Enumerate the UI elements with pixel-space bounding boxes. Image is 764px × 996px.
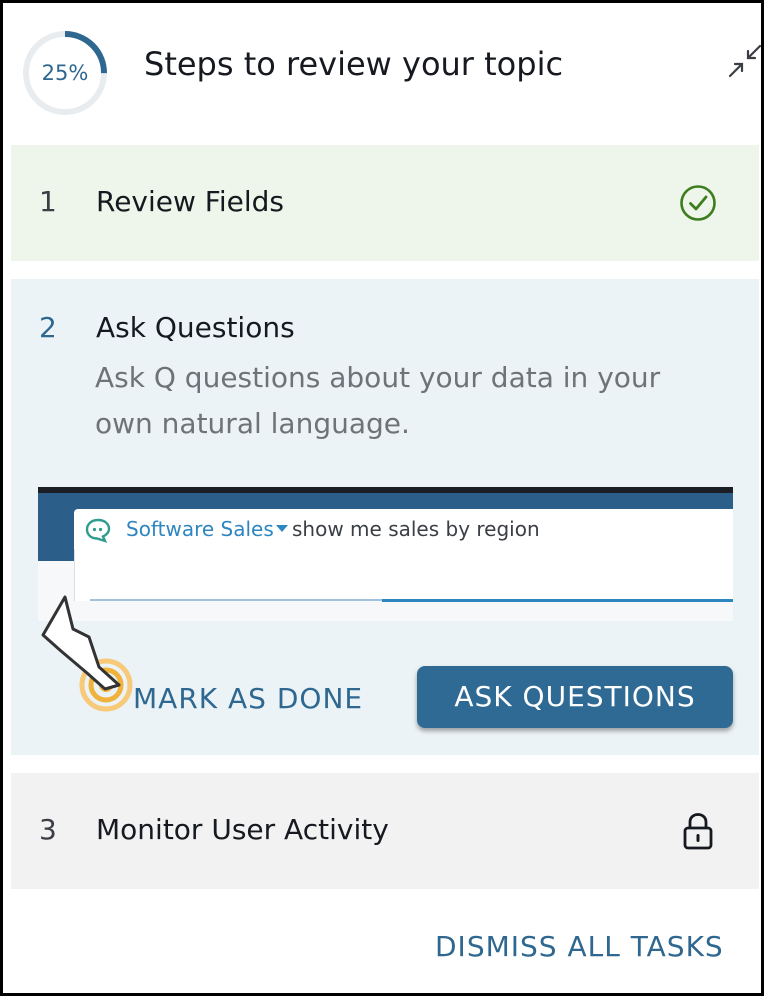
preview-progress-track bbox=[90, 599, 382, 601]
step-description: Ask Q questions about your data in your … bbox=[95, 361, 661, 440]
step-title: Monitor User Activity bbox=[96, 813, 389, 846]
step-number: 1 bbox=[39, 185, 57, 218]
preview-search-bar: Software Sales show me sales by region bbox=[74, 509, 733, 549]
progress-percent-label: 25% bbox=[41, 61, 89, 85]
step-review-fields[interactable]: 1 Review Fields bbox=[11, 145, 759, 261]
panel-title: Steps to review your topic bbox=[144, 45, 564, 83]
ask-questions-preview-image: Software Sales show me sales by region bbox=[38, 487, 733, 621]
step-monitor-user-activity[interactable]: 3 Monitor User Activity bbox=[11, 773, 759, 889]
step-title: Review Fields bbox=[96, 185, 285, 218]
chevron-down-icon bbox=[275, 525, 288, 532]
ask-questions-button[interactable]: ASK QUESTIONS bbox=[417, 666, 733, 728]
preview-query-text: show me sales by region bbox=[292, 517, 540, 541]
step-number: 3 bbox=[39, 813, 57, 846]
preview-progress-fill bbox=[382, 599, 733, 602]
collapse-arrows-icon bbox=[728, 44, 762, 78]
step-number: 2 bbox=[39, 311, 57, 344]
preview-topic-label: Software Sales bbox=[126, 517, 274, 541]
lock-icon bbox=[681, 811, 715, 851]
getting-started-panel: 25% Steps to review your topic 1 Review … bbox=[0, 0, 764, 996]
mark-as-done-button[interactable]: MARK AS DONE bbox=[133, 682, 363, 715]
q-chat-icon bbox=[84, 517, 112, 543]
preview-topic-selector: Software Sales bbox=[126, 517, 288, 541]
progress-ring: 25% bbox=[21, 29, 109, 117]
check-circle-icon bbox=[678, 183, 718, 223]
step-title: Ask Questions bbox=[96, 311, 295, 344]
dismiss-all-tasks-link[interactable]: DISMISS ALL TASKS bbox=[435, 930, 724, 963]
collapse-button[interactable] bbox=[727, 43, 763, 79]
preview-results-panel bbox=[74, 549, 733, 601]
mouse-pointer-icon bbox=[39, 593, 123, 693]
